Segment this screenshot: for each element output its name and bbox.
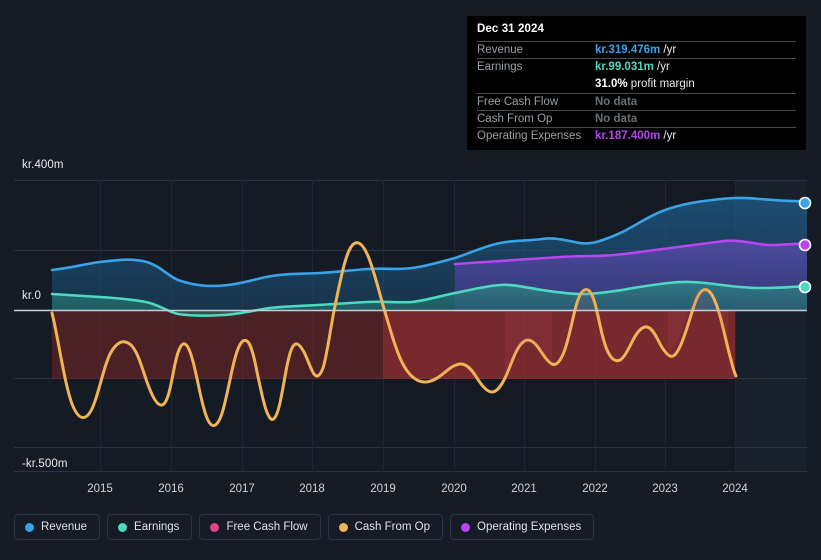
legend-item-label: Operating Expenses [477, 521, 582, 533]
legend-item-label: Earnings [134, 521, 180, 533]
tooltip-row-label: Operating Expenses [477, 130, 582, 143]
tooltip-row: Revenue kr.319.476m /yr [477, 41, 796, 58]
tooltip-row-value: No data [595, 95, 638, 108]
y-axis-label-top: kr.400m [22, 159, 64, 171]
chart-legend[interactable]: Revenue Earnings Free Cash Flow Cash From O… [14, 514, 595, 540]
legend-color-dot-icon [25, 522, 34, 532]
legend-item-free-cash-flow[interactable]: Free Cash Flow [199, 514, 321, 540]
x-axis-label-2018: 2018 [299, 483, 325, 495]
tooltip-row-label: Cash From Op [477, 112, 553, 125]
negative-area-fill [52, 310, 735, 379]
x-axis-label-2017: 2017 [229, 483, 255, 495]
legend-color-dot-icon [210, 522, 220, 532]
x-axis-label-2023: 2023 [652, 483, 678, 495]
tooltip-row: Cash From Op No data [477, 109, 796, 127]
revenue-endpoint-marker [798, 196, 812, 210]
x-axis: 2015 2016 2017 2018 2019 2020 2021 2022 2023 2024 [0, 483, 821, 501]
legend-item-label: Free Cash Flow [226, 521, 308, 533]
tooltip-row-label: Revenue [477, 44, 524, 57]
tooltip-row: Operating Expenses kr.187.400m /yr [477, 126, 796, 144]
tooltip-row-label: Earnings [477, 61, 523, 74]
tooltip-row-value: kr.187.400m /yr [595, 130, 677, 143]
x-axis-label-2022: 2022 [582, 483, 608, 495]
tooltip-row-value: No data [595, 112, 638, 125]
legend-color-dot-icon [338, 522, 348, 532]
x-axis-label-2024: 2024 [722, 483, 748, 495]
x-axis-label-2021: 2021 [511, 483, 537, 495]
tooltip-row-value: kr.99.031m /yr [595, 61, 670, 74]
x-axis-label-2020: 2020 [441, 483, 467, 495]
tooltip-rows: Revenue kr.319.476m /yr Earnings kr.99.031m… [477, 41, 796, 144]
legend-item-operating-expenses[interactable]: Operating Expenses [450, 514, 595, 540]
legend-item-label: Cash From Op [354, 521, 431, 533]
tooltip-row-value: kr.319.476m /yr [595, 44, 677, 57]
legend-item-earnings[interactable]: Earnings [107, 514, 193, 540]
x-axis-label-2019: 2019 [370, 483, 396, 495]
operating-expenses-endpoint-marker [798, 238, 812, 252]
legend-item-cash-from-op[interactable]: Cash From Op [327, 514, 444, 540]
y-axis-label-bottom: -kr.500m [22, 458, 68, 470]
tooltip-row-label: Free Cash Flow [477, 95, 559, 108]
legend-item-label: Revenue [41, 521, 88, 533]
earnings-endpoint-marker [798, 280, 812, 294]
tooltip-row-value: 31.0% profit margin [595, 77, 695, 90]
y-axis-label-zero: kr.0 [22, 290, 41, 302]
legend-item-revenue[interactable]: Revenue [14, 514, 101, 540]
tooltip-row: Earnings kr.99.031m /yr [477, 58, 796, 75]
financial-performance-chart: kr.400m kr.0 -kr.500m 2015 2016 2017 2018 20… [0, 0, 821, 560]
legend-color-dot-icon [461, 522, 471, 532]
legend-color-dot-icon [118, 522, 128, 532]
tooltip-row: Free Cash Flow No data [477, 92, 796, 110]
data-tooltip: Dec 31 2024 Revenue kr.319.476m /yr Earnin… [467, 16, 806, 151]
x-axis-label-2015: 2015 [87, 483, 113, 495]
tooltip-row: 31.0% profit margin [477, 75, 796, 92]
tooltip-date: Dec 31 2024 [477, 23, 544, 35]
x-axis-label-2016: 2016 [158, 483, 184, 495]
